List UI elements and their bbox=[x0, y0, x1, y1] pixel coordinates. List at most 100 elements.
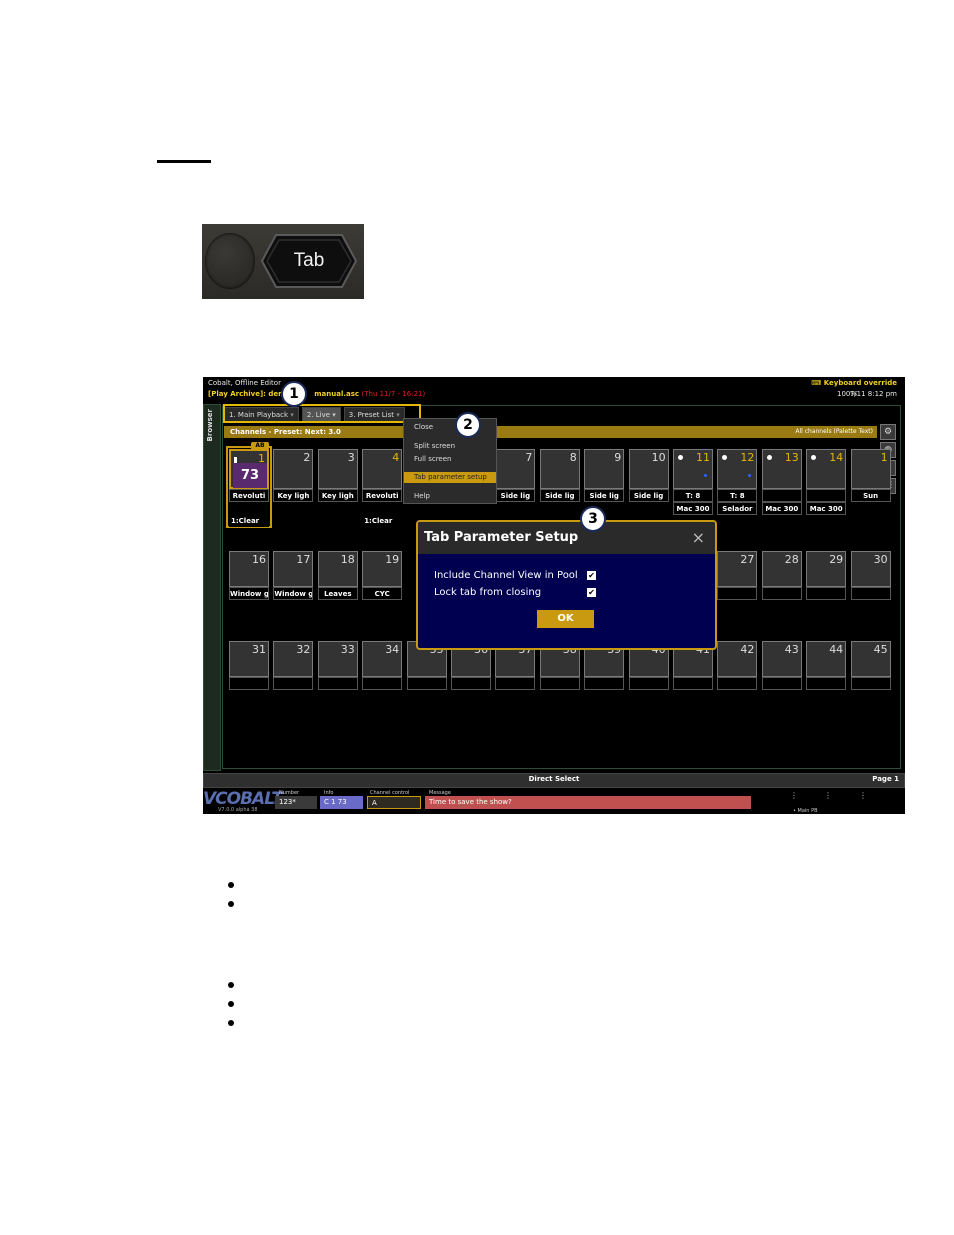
channel-cell[interactable]: 16 Window g bbox=[229, 551, 269, 627]
channel-cell[interactable]: 19 CYC bbox=[362, 551, 403, 627]
option-include-channel-view: Include Channel View in Pool bbox=[434, 570, 578, 581]
channel-cell[interactable]: 41 bbox=[673, 641, 713, 717]
menu-item-split-screen[interactable]: Split screen bbox=[414, 442, 455, 450]
channel-tile: 34 bbox=[362, 641, 403, 677]
channel-label bbox=[761, 587, 802, 600]
callout-2: 2 bbox=[455, 412, 481, 438]
channel-label: Leaves bbox=[317, 587, 358, 600]
channel-tile: 44 bbox=[806, 641, 847, 677]
close-icon[interactable]: × bbox=[692, 528, 705, 547]
channel-cell[interactable]: 8 Side lig bbox=[539, 449, 580, 525]
channel-label: Key ligh bbox=[317, 489, 358, 502]
channel-cell[interactable]: 27 bbox=[717, 551, 758, 627]
channel-cell[interactable]: 45 bbox=[850, 641, 891, 717]
channel-cell[interactable]: 39 bbox=[584, 641, 625, 717]
menu-item-tab-parameter-setup[interactable]: Tab parameter setup bbox=[404, 472, 496, 483]
channel-tile: 16 bbox=[229, 551, 269, 587]
channel-cell[interactable]: 35 bbox=[406, 641, 447, 717]
channel-cell[interactable]: 4 Revoluti 1:Clear bbox=[362, 449, 403, 527]
channel-cell[interactable]: 34 bbox=[362, 641, 403, 717]
channel-cue: 1:Clear bbox=[362, 515, 403, 527]
datetime: 7/11 8:12 pm bbox=[849, 390, 897, 398]
channel-cell[interactable]: 11 T: 8 Mac 300 bbox=[673, 449, 713, 525]
archive-line: [Play Archive]: demo manual.asc (Thu 11/7… bbox=[208, 390, 425, 398]
channel-label: Revoluti bbox=[362, 489, 403, 502]
channel-cell[interactable]: 3 Key ligh bbox=[317, 449, 358, 525]
channel-cell[interactable]: 29 bbox=[806, 551, 847, 627]
channel-fixture: Selador bbox=[717, 502, 758, 515]
channel-number: 11 bbox=[696, 451, 710, 464]
channel-number: 2 bbox=[303, 451, 311, 464]
channels-header: Channels - Preset: Next: 3.0 All channel… bbox=[224, 426, 877, 438]
channel-control-field[interactable]: A bbox=[367, 796, 421, 809]
channel-cell[interactable]: 37 bbox=[495, 641, 536, 717]
channel-tile: 28 bbox=[761, 551, 802, 587]
menu-item-close[interactable]: Close bbox=[414, 423, 433, 431]
channel-cell[interactable]: 43 bbox=[761, 641, 802, 717]
app-title: Cobalt, Offline Editor bbox=[208, 379, 281, 387]
channel-number: 18 bbox=[340, 553, 355, 566]
channel-label bbox=[717, 587, 758, 600]
channel-cell[interactable]: 1 Sun bbox=[850, 449, 891, 525]
channel-label bbox=[850, 587, 891, 600]
selected-dot-icon bbox=[766, 455, 772, 460]
ok-button[interactable]: OK bbox=[537, 610, 594, 628]
channel-tile: 32 bbox=[273, 641, 314, 677]
channel-cell[interactable]: 18 Leaves bbox=[317, 551, 358, 627]
channel-number: 13 bbox=[784, 451, 799, 464]
channel-cell[interactable]: 33 bbox=[317, 641, 358, 717]
channel-cell[interactable]: 44 bbox=[806, 641, 847, 717]
number-field[interactable]: 123* bbox=[275, 796, 317, 809]
channel-cell[interactable]: 10 Side lig bbox=[628, 449, 669, 525]
channel-cell[interactable]: 17 Window g bbox=[273, 551, 314, 627]
channel-cell[interactable]: 38 bbox=[539, 641, 580, 717]
keyboard-override-label: Keyboard override bbox=[823, 379, 897, 387]
channel-tile: 29 bbox=[806, 551, 847, 587]
menu-item-help[interactable]: Help bbox=[414, 492, 430, 500]
channel-tile: 45 bbox=[850, 641, 891, 677]
channel-cell[interactable]: 7 Side lig bbox=[495, 449, 536, 525]
lock-tab-checkbox[interactable]: ✔ bbox=[587, 588, 596, 597]
channel-label bbox=[850, 677, 891, 690]
playback-indicator: ⋮ bbox=[859, 791, 867, 800]
channel-label: Revoluti bbox=[229, 489, 269, 502]
channel-label bbox=[362, 677, 403, 690]
channel-number: 45 bbox=[873, 643, 888, 656]
channel-label bbox=[451, 677, 491, 690]
header-right: All channels (Palette Text) bbox=[795, 428, 873, 435]
info-field: C 1 73 bbox=[320, 796, 363, 809]
channel-cell[interactable]: 2 Key ligh bbox=[273, 449, 314, 525]
browser-panel-toggle[interactable]: Browser bbox=[203, 404, 221, 771]
gear-icon[interactable]: ⚙ bbox=[880, 424, 896, 440]
channel-number: 29 bbox=[829, 553, 844, 566]
archive-date: (Thu 11/7 - 16:21) bbox=[361, 390, 426, 398]
channel-tile: 10 bbox=[628, 449, 669, 489]
channel-cell[interactable]: 36 bbox=[451, 641, 491, 717]
channel-cell[interactable]: AB 1 73 Revoluti 1:Clear bbox=[226, 442, 272, 528]
channel-cell[interactable]: 30 bbox=[850, 551, 891, 627]
direct-select-bar[interactable]: Direct Select Page 1 bbox=[203, 773, 905, 788]
cobalt-logo: VCOBALT bbox=[203, 789, 283, 809]
channel-label bbox=[673, 677, 713, 690]
channel-tile: 1 73 bbox=[229, 449, 269, 489]
channel-cell[interactable]: 28 bbox=[761, 551, 802, 627]
channel-cell[interactable]: 32 bbox=[273, 641, 314, 717]
channel-cell[interactable]: 42 bbox=[717, 641, 758, 717]
channel-cell[interactable]: 14 Mac 300 bbox=[806, 449, 847, 525]
channel-cell[interactable]: 40 bbox=[628, 641, 669, 717]
archive-file: manual.asc bbox=[314, 390, 360, 398]
channel-cell[interactable]: 31 bbox=[229, 641, 269, 717]
include-channel-view-checkbox[interactable]: ✔ bbox=[587, 571, 596, 580]
keyboard-override[interactable]: ⌨ Keyboard override bbox=[811, 379, 897, 387]
channel-cell[interactable]: 13 Mac 300 bbox=[761, 449, 802, 525]
channel-label: CYC bbox=[362, 587, 403, 600]
channel-tile: 42 bbox=[717, 641, 758, 677]
channel-label bbox=[717, 677, 758, 690]
channel-number: 14 bbox=[829, 451, 844, 464]
channel-label bbox=[273, 677, 314, 690]
menu-item-full-screen[interactable]: Full screen bbox=[414, 455, 451, 463]
dialog-title: Tab Parameter Setup bbox=[424, 530, 579, 545]
channel-cell[interactable]: 12 T: 8 Selador bbox=[717, 449, 758, 525]
cobalt-screenshot: Cobalt, Offline Editor [Play Archive]: d… bbox=[203, 377, 905, 814]
channel-number: 7 bbox=[525, 451, 533, 464]
